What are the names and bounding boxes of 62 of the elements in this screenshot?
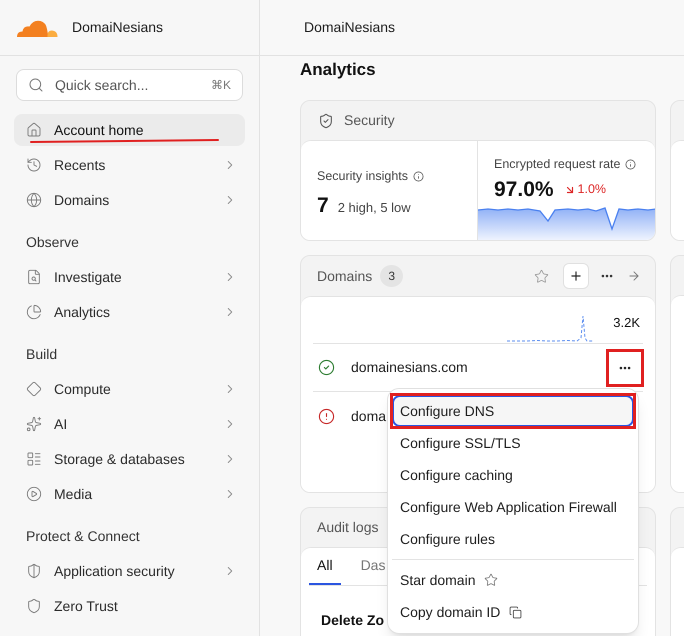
account-name: DomaiNesians xyxy=(72,18,164,37)
arrow-right-icon[interactable] xyxy=(627,269,641,283)
menu-item[interactable]: Configure DNS xyxy=(392,395,634,427)
menu-item[interactable]: Configure caching xyxy=(392,459,634,491)
menu-item[interactable]: Configure rules xyxy=(392,523,634,555)
sparkles-icon xyxy=(26,416,42,432)
nav-item[interactable]: Analytics xyxy=(14,296,245,328)
tab[interactable]: All xyxy=(309,548,341,585)
info-icon[interactable] xyxy=(413,171,424,182)
menu-item[interactable]: Configure Web Application Firewall xyxy=(392,491,634,523)
count-badge: 3 xyxy=(380,265,404,287)
domain-name[interactable]: domainesians.com xyxy=(351,357,468,378)
menu-item[interactable]: Star domain xyxy=(392,564,634,596)
shield-check-icon xyxy=(318,112,334,128)
play-icon xyxy=(26,486,42,502)
search-icon xyxy=(28,77,44,93)
diamond-icon xyxy=(26,381,42,397)
metric-label: Security insights xyxy=(317,168,408,186)
nav-item[interactable]: Application security xyxy=(14,555,245,587)
pie-chart-icon xyxy=(26,304,42,320)
nav-item[interactable]: Zero Trust xyxy=(14,590,245,622)
log-entry-title: Delete Zo xyxy=(321,612,384,628)
section-heading: Protect & Connect xyxy=(25,526,141,546)
section-heading: Analytics xyxy=(300,59,377,81)
section-heading: Observe xyxy=(25,232,80,252)
nav-item[interactable]: AI xyxy=(14,408,245,440)
plus-icon xyxy=(569,269,583,283)
nav-item[interactable]: Investigate xyxy=(14,261,245,293)
house-icon xyxy=(26,122,42,138)
shortcut-hint: ⌘K xyxy=(210,77,231,93)
card-title: Security xyxy=(344,111,395,130)
copy-icon xyxy=(509,606,522,618)
clock-icon xyxy=(26,157,42,173)
metric-value: 97.0% xyxy=(494,176,554,203)
nav-item[interactable]: Media xyxy=(14,478,245,510)
section-heading: Build xyxy=(25,344,58,364)
menu-item[interactable]: Configure SSL/TLS xyxy=(392,427,634,459)
info-icon[interactable] xyxy=(625,158,636,170)
star-icon xyxy=(484,573,498,587)
card-title: Audit logs xyxy=(317,518,378,537)
add-button[interactable] xyxy=(563,263,589,289)
nav-item[interactable]: Compute xyxy=(14,373,245,405)
nav-item[interactable]: Account home xyxy=(14,114,245,146)
metric-value: 7 xyxy=(317,193,329,220)
trend-change: 1.0% xyxy=(578,181,606,198)
nav-item[interactable]: Storage & databases xyxy=(14,443,245,475)
file-search-icon xyxy=(26,269,42,285)
domain-name[interactable]: doma xyxy=(351,406,386,426)
shield-icon xyxy=(26,598,42,614)
card-title: Domains xyxy=(317,266,372,286)
peak-label: 3.2K xyxy=(613,314,640,332)
star-icon[interactable] xyxy=(534,268,549,284)
nav-item[interactable]: Recents xyxy=(14,149,245,181)
list-icon xyxy=(26,451,42,467)
metric-label: Encrypted request rate xyxy=(494,156,620,173)
page-title: DomaiNesians xyxy=(304,18,396,37)
menu-item[interactable]: Copy domain ID xyxy=(392,596,634,628)
nav-item[interactable]: Domains xyxy=(14,184,245,216)
metric-detail: 2 high, 5 low xyxy=(338,199,411,218)
cloud-logo-icon xyxy=(16,18,58,36)
globe-icon xyxy=(26,192,42,208)
shield-icon xyxy=(26,563,42,579)
